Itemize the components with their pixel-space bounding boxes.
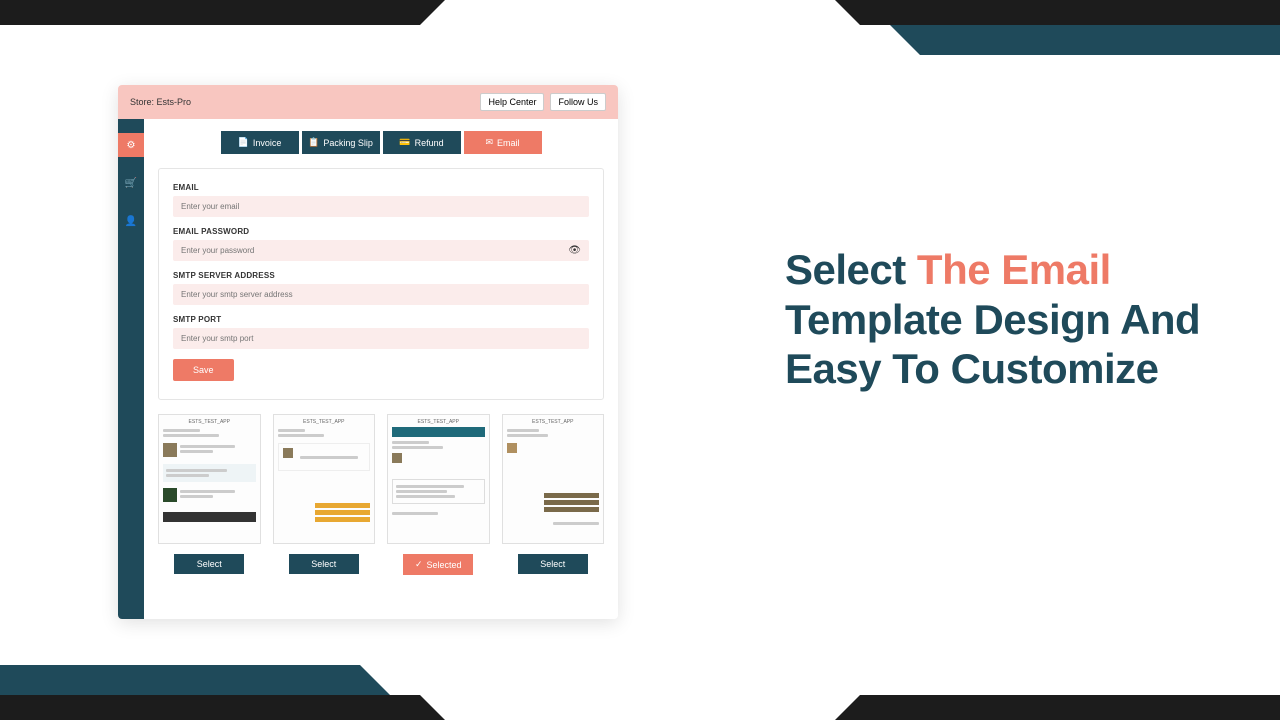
main-panel: 📄 Invoice 📋 Packing Slip 💳 Refund ✉ Email EM… xyxy=(144,119,618,619)
select-template-1-button[interactable]: Select xyxy=(174,554,244,574)
email-input[interactable] xyxy=(173,196,589,217)
marketing-headline: Select The Email Template Design And Eas… xyxy=(785,245,1205,394)
decoration-bottom-left-dark xyxy=(0,695,420,720)
slip-icon: 📋 xyxy=(308,137,319,148)
decoration-top-right-teal xyxy=(920,25,1280,55)
gear-icon: ⚙ xyxy=(127,140,136,151)
topbar: Store: Ests-Pro Help Center Follow Us xyxy=(118,85,618,119)
help-center-button[interactable]: Help Center xyxy=(480,93,544,111)
tab-refund[interactable]: 💳 Refund xyxy=(383,131,461,154)
template-card-4: ESTS_TEST_APP Select xyxy=(502,414,605,575)
template-card-2: ESTS_TEST_APP xyxy=(273,414,376,575)
sidebar: ⚙ 🛒 👤 xyxy=(118,119,144,619)
decoration-top-left xyxy=(0,0,420,25)
smtp-server-input[interactable] xyxy=(173,284,589,305)
template-card-3: ESTS_TEST_APP ✓ Selected xyxy=(387,414,490,575)
tab-invoice-label: Invoice xyxy=(253,138,282,148)
decoration-bottom-left-teal xyxy=(0,665,360,695)
headline-part1: Select xyxy=(785,246,917,293)
template-preview-1[interactable]: ESTS_TEST_APP xyxy=(158,414,261,544)
template-preview-2[interactable]: ESTS_TEST_APP xyxy=(273,414,376,544)
tabs: 📄 Invoice 📋 Packing Slip 💳 Refund ✉ Email xyxy=(158,131,604,154)
decoration-top-right-dark xyxy=(860,0,1280,25)
smtp-port-label: SMTP PORT xyxy=(173,315,589,324)
template-preview-4[interactable]: ESTS_TEST_APP xyxy=(502,414,605,544)
refund-icon: 💳 xyxy=(399,137,410,148)
check-icon: ✓ xyxy=(415,559,423,570)
follow-us-button[interactable]: Follow Us xyxy=(550,93,606,111)
app-window: Store: Ests-Pro Help Center Follow Us ⚙ … xyxy=(118,85,618,619)
user-icon: 👤 xyxy=(125,216,137,227)
tab-packing-slip[interactable]: 📋 Packing Slip xyxy=(302,131,380,154)
tab-email-label: Email xyxy=(497,138,520,148)
selected-template-3-button[interactable]: ✓ Selected xyxy=(403,554,473,575)
tab-invoice[interactable]: 📄 Invoice xyxy=(221,131,299,154)
smtp-form: EMAIL EMAIL PASSWORD 👁 SMTP SERVER ADDRE… xyxy=(158,168,604,400)
select-template-2-button[interactable]: Select xyxy=(289,554,359,574)
headline-part2: Template Design And Easy To Customize xyxy=(785,296,1200,393)
smtp-port-input[interactable] xyxy=(173,328,589,349)
template-card-1: ESTS_TEST_APP Select xyxy=(158,414,261,575)
tab-packing-label: Packing Slip xyxy=(323,138,373,148)
file-icon: 📄 xyxy=(238,137,249,148)
headline-accent: The Email xyxy=(917,246,1111,293)
tab-email[interactable]: ✉ Email xyxy=(464,131,542,154)
select-template-4-button[interactable]: Select xyxy=(518,554,588,574)
template-grid: ESTS_TEST_APP Select ESTS_TEST_APP xyxy=(158,414,604,575)
tab-refund-label: Refund xyxy=(415,138,444,148)
template-preview-3[interactable]: ESTS_TEST_APP xyxy=(387,414,490,544)
template-title: ESTS_TEST_APP xyxy=(392,419,485,425)
eye-icon[interactable]: 👁 xyxy=(568,245,581,256)
store-label: Store: Ests-Pro xyxy=(130,97,191,107)
store-label-text: Store: xyxy=(130,97,154,107)
email-label: EMAIL xyxy=(173,183,589,192)
sidebar-item-user[interactable]: 👤 xyxy=(118,209,144,233)
cart-icon: 🛒 xyxy=(125,178,137,189)
sidebar-item-cart[interactable]: 🛒 xyxy=(118,171,144,195)
sidebar-item-settings[interactable]: ⚙ xyxy=(118,133,144,157)
template-title: ESTS_TEST_APP xyxy=(163,419,256,425)
template-title: ESTS_TEST_APP xyxy=(507,419,600,425)
smtp-server-label: SMTP SERVER ADDRESS xyxy=(173,271,589,280)
decoration-bottom-right xyxy=(860,695,1280,720)
store-name: Ests-Pro xyxy=(157,97,192,107)
save-button[interactable]: Save xyxy=(173,359,234,381)
mail-icon: ✉ xyxy=(485,137,493,148)
password-input[interactable] xyxy=(173,240,589,261)
template-title: ESTS_TEST_APP xyxy=(278,419,371,425)
selected-label: Selected xyxy=(427,560,462,570)
password-label: EMAIL PASSWORD xyxy=(173,227,589,236)
